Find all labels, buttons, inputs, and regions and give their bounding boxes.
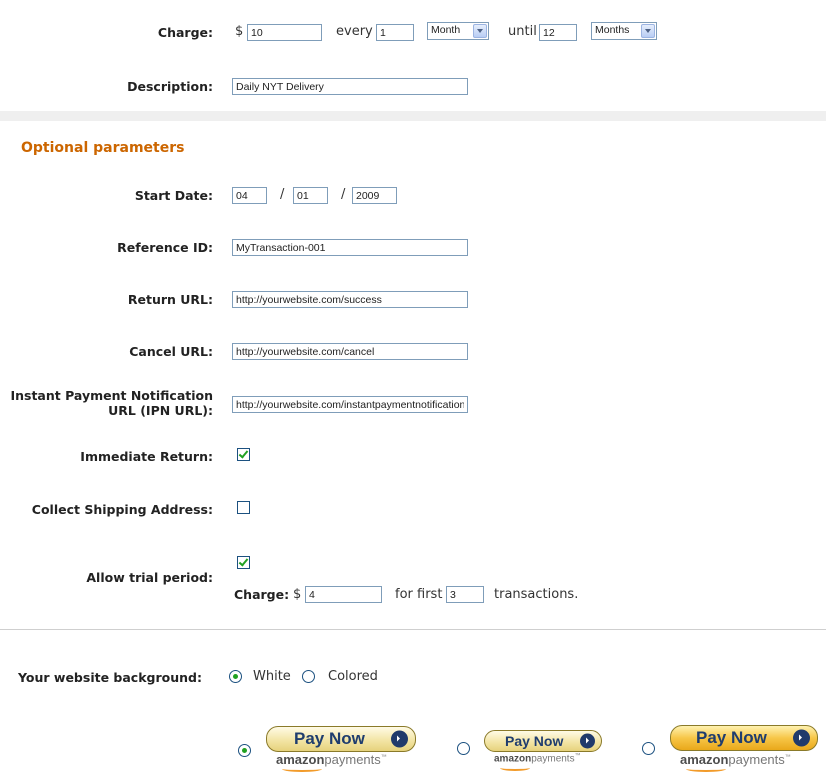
ipn-url-label-line2: URL (IPN URL):	[108, 403, 213, 418]
date-separator: /	[341, 187, 346, 202]
arrow-right-icon	[793, 729, 810, 747]
every-label: every	[336, 24, 373, 39]
pay-now-text: Pay Now	[696, 728, 767, 747]
period-unit-select[interactable]: Month	[427, 22, 489, 40]
pay-now-button[interactable]: Pay Now	[670, 725, 818, 751]
transactions-label: transactions.	[494, 587, 579, 602]
trial-count-input[interactable]	[446, 586, 484, 603]
description-label: Description:	[127, 79, 213, 94]
every-input[interactable]	[376, 24, 414, 41]
background-label: Your website background:	[18, 670, 202, 685]
date-separator: /	[280, 187, 285, 202]
for-first-label: for first	[395, 587, 443, 602]
pay-now-text: Pay Now	[294, 729, 365, 748]
charge-amount-input[interactable]	[247, 24, 322, 41]
trial-currency: $	[293, 587, 302, 602]
allow-trial-label: Allow trial period:	[86, 570, 213, 585]
trial-charge-input[interactable]	[305, 586, 382, 603]
start-month-input[interactable]	[232, 187, 267, 204]
arrow-right-icon	[391, 730, 408, 748]
reference-id-input[interactable]	[232, 239, 468, 256]
section-divider	[0, 629, 826, 630]
cancel-url-label: Cancel URL:	[129, 344, 213, 359]
reference-id-label: Reference ID:	[117, 240, 213, 255]
pay-now-text: Pay Now	[505, 733, 564, 749]
cancel-url-input[interactable]	[232, 343, 468, 360]
return-url-label: Return URL:	[127, 292, 213, 307]
trial-charge-label: Charge:	[234, 587, 290, 602]
section-divider	[0, 111, 826, 121]
arrow-right-icon	[580, 733, 595, 749]
description-input[interactable]	[232, 78, 468, 95]
ipn-url-input[interactable]	[232, 396, 468, 413]
background-white-label: White	[253, 669, 291, 684]
amazon-payments-logo: amazonpayments™	[680, 752, 791, 767]
start-year-input[interactable]	[352, 187, 397, 204]
until-label: until	[508, 24, 537, 39]
until-unit-value: Months	[595, 24, 630, 36]
pay-button-1-radio[interactable]	[238, 744, 251, 757]
pay-now-button[interactable]: Pay Now	[266, 726, 416, 752]
charge-currency: $	[235, 24, 244, 39]
chevron-down-icon	[641, 24, 655, 38]
charge-label: Charge:	[157, 25, 213, 40]
pay-button-2-radio[interactable]	[457, 742, 470, 755]
amazon-smile-icon	[500, 765, 530, 771]
amazon-payments-logo: amazonpayments™	[494, 753, 581, 765]
return-url-input[interactable]	[232, 291, 468, 308]
start-date-label: Start Date:	[134, 188, 213, 203]
until-input[interactable]	[539, 24, 577, 41]
start-day-input[interactable]	[293, 187, 328, 204]
allow-trial-checkbox[interactable]	[237, 556, 250, 569]
period-unit-value: Month	[431, 24, 461, 36]
chevron-down-icon	[473, 24, 487, 38]
pay-button-3-radio[interactable]	[642, 742, 655, 755]
ipn-url-label-line1: Instant Payment Notification	[10, 388, 213, 403]
background-white-radio[interactable]	[229, 670, 242, 683]
immediate-return-label: Immediate Return:	[80, 449, 213, 464]
collect-shipping-label: Collect Shipping Address:	[31, 502, 213, 517]
optional-parameters-heading: Optional parameters	[21, 140, 185, 156]
background-colored-radio[interactable]	[302, 670, 315, 683]
amazon-smile-icon	[686, 766, 726, 772]
amazon-smile-icon	[282, 766, 322, 772]
collect-shipping-checkbox[interactable]	[237, 501, 250, 514]
until-unit-select[interactable]: Months	[591, 22, 657, 40]
immediate-return-checkbox[interactable]	[237, 448, 250, 461]
pay-now-button[interactable]: Pay Now	[484, 730, 602, 752]
amazon-payments-logo: amazonpayments™	[276, 752, 387, 767]
background-colored-label: Colored	[328, 669, 378, 684]
